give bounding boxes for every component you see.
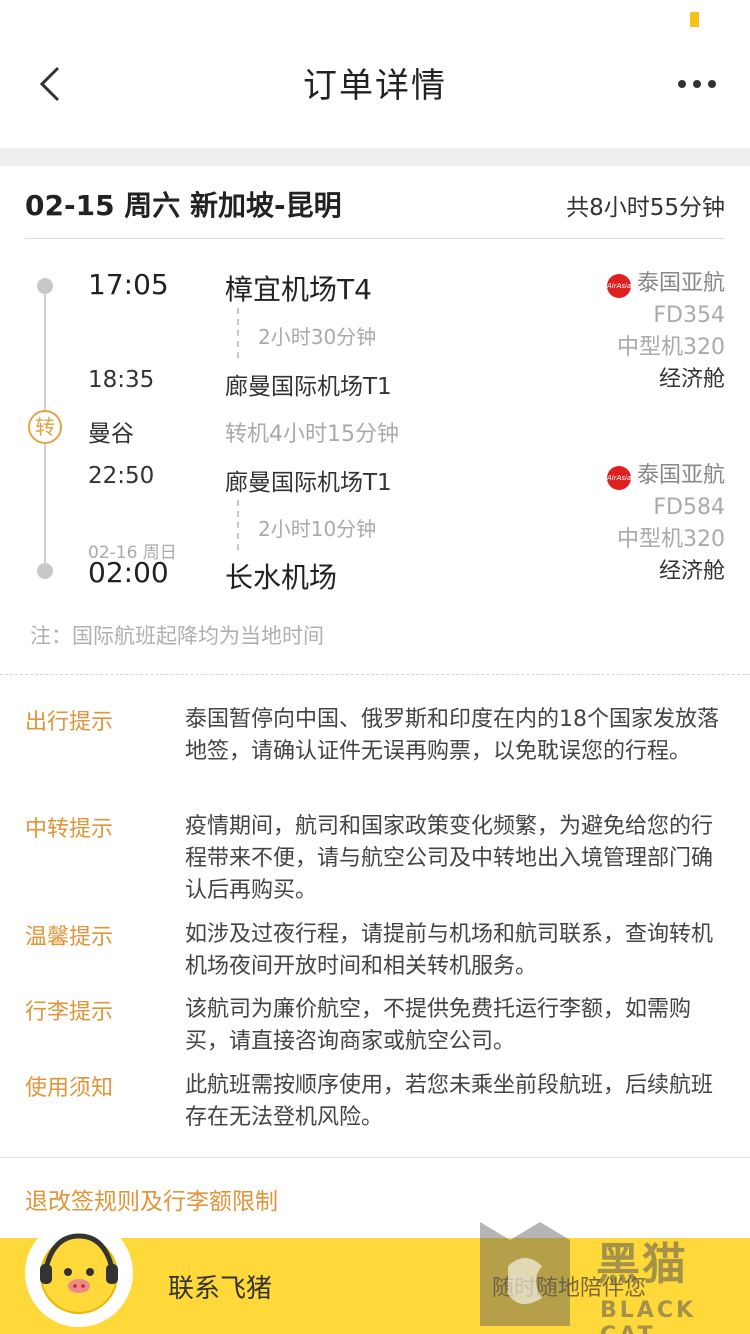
arrival-dot: [37, 563, 53, 579]
departure-dot: [37, 278, 53, 294]
tip-text: 如涉及过夜行程，请提前与机场和航司联系，查询转机机场夜间开放时间和相关转机服务。: [185, 922, 714, 979]
nav-bar: 订单详情: [0, 40, 750, 140]
segment2-arr-airport: 长水机场: [225, 561, 338, 594]
tip-text: 此航班需按顺序使用，若您未乘坐前段航班，后续航班存在无法登机风险。: [185, 1073, 714, 1130]
tip-transfer: 中转提示 疫情期间，航司和国家政策变化频繁，为避免给您的行程带来不便，请与航空公…: [25, 811, 725, 911]
segment1-cabin: 经济舱: [658, 367, 725, 392]
divider: [0, 1157, 750, 1158]
segment2-aircraft: 中型机320: [617, 527, 725, 552]
segment2-dep-airport: 廊曼国际机场T1: [225, 470, 392, 496]
transfer-city: 曼谷: [88, 421, 134, 447]
tip-label: 使用须知: [25, 1076, 114, 1101]
watermark-cn: 黑猫: [596, 1239, 688, 1290]
trip-total-duration: 共8小时55分钟: [566, 195, 725, 221]
tip-warm: 温馨提示 如涉及过夜行程，请提前与机场和航司联系，查询转机机场夜间开放时间和相关…: [25, 919, 725, 989]
airasia-logo-icon: AirAsia: [606, 466, 631, 490]
local-time-note: 注：国际航班起降均为当地时间: [30, 624, 324, 648]
segment2-fly-duration: 2小时10分钟: [258, 517, 377, 541]
tip-label: 行李提示: [25, 1000, 114, 1025]
transfer-badge: 转: [28, 410, 62, 444]
tip-text: 泰国暂停向中国、俄罗斯和印度在内的18个国家发放落地签，请确认证件无误再购票，以…: [185, 707, 719, 764]
tip-baggage: 行李提示 该航司为廉价航空，不提供免费托运行李额，如需购买，请直接咨询商家或航空…: [25, 994, 725, 1064]
segment2-flight-no: FD584: [653, 495, 725, 520]
segment1-aircraft: 中型机320: [617, 335, 725, 360]
section-gap: [0, 148, 750, 166]
segment2-cabin: 经济舱: [658, 559, 725, 584]
segment2-airline: 泰国亚航: [636, 463, 725, 488]
flight-dash: [237, 500, 239, 550]
segment2-airline-info: AirAsia 泰国亚航 FD584 中型机320 经济舱: [606, 460, 725, 588]
tip-label: 出行提示: [25, 710, 114, 735]
contact-label: 联系飞猪: [168, 1274, 273, 1304]
segment1-arr-airport: 廊曼国际机场T1: [225, 374, 392, 400]
tip-label: 中转提示: [25, 817, 114, 842]
segment1-airline: 泰国亚航: [636, 271, 725, 296]
more-icon[interactable]: [672, 76, 722, 92]
segment1-dep-time: 17:05: [88, 268, 169, 301]
segment1-dep-airport: 樟宜机场T4: [225, 273, 372, 306]
tip-label: 温馨提示: [25, 925, 114, 950]
segment1-fly-duration: 2小时30分钟: [258, 325, 377, 349]
segment2-arr-time: 02:00: [88, 556, 169, 589]
tip-text: 疫情期间，航司和国家政策变化频繁，为避免给您的行程带来不便，请与航空公司及中转地…: [185, 814, 714, 903]
watermark-en: BLACK CAT: [600, 1298, 697, 1334]
tip-travel: 出行提示 泰国暂停向中国、俄罗斯和印度在内的18个国家发放落地签，请确认证件无误…: [25, 704, 725, 804]
fliggy-mascot-icon: [25, 1219, 133, 1327]
divider: [25, 238, 725, 239]
tip-text: 该航司为廉价航空，不提供免费托运行李额，如需购买，请直接咨询商家或航空公司。: [185, 997, 692, 1054]
trip-summary: 02-15 周六 新加坡-昆明 共8小时55分钟: [25, 180, 725, 228]
transfer-duration: 转机4小时15分钟: [225, 422, 399, 447]
segment2-dep-time: 22:50: [88, 463, 155, 489]
airasia-logo-icon: AirAsia: [606, 274, 631, 298]
dashed-divider: [0, 674, 750, 675]
battery-icon: [690, 12, 699, 27]
segment1-flight-no: FD354: [653, 303, 725, 328]
refund-rules-link[interactable]: 退改签规则及行李额限制: [25, 1182, 278, 1216]
segment1-airline-info: AirAsia 泰国亚航 FD354 中型机320 经济舱: [606, 268, 725, 396]
segment1-arr-time: 18:35: [88, 367, 155, 393]
page-title: 订单详情: [303, 66, 447, 106]
flight-dash: [237, 308, 239, 358]
tip-usage: 使用须知 此航班需按顺序使用，若您未乘坐前段航班，后续航班存在无法登机风险。: [25, 1070, 725, 1140]
trip-date-route: 02-15 周六 新加坡-昆明: [25, 189, 342, 222]
